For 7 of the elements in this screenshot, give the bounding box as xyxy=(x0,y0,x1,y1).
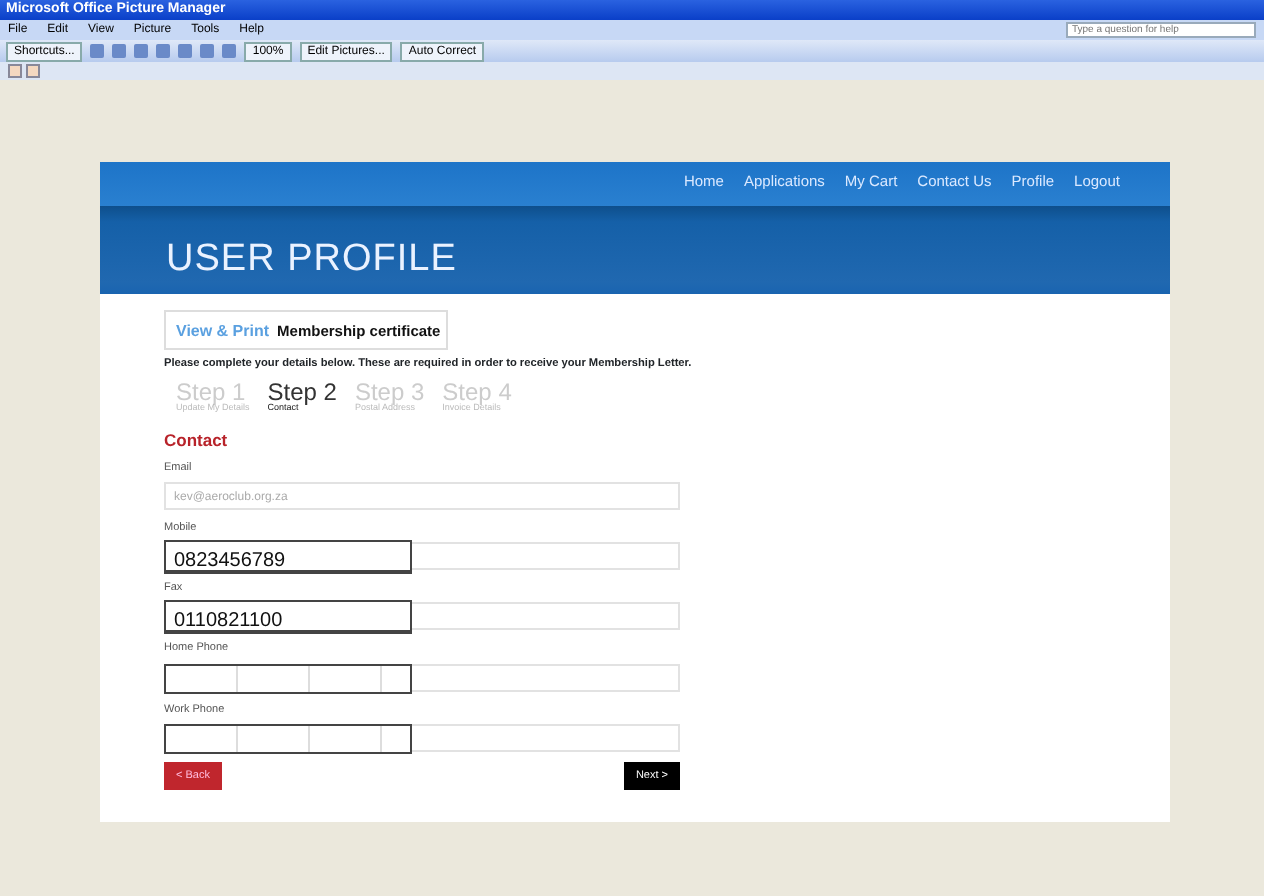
phone-input-field[interactable] xyxy=(164,663,412,694)
page-title: USER PROFILE xyxy=(164,236,459,285)
phone-input-field[interactable]: 0110821100 xyxy=(164,600,412,635)
phone-input-field[interactable]: 0823456789 xyxy=(164,540,412,575)
phone-input-field[interactable] xyxy=(164,723,412,754)
section-heading: Contact xyxy=(164,427,230,454)
step-title[interactable]: Step 2 xyxy=(267,380,337,405)
